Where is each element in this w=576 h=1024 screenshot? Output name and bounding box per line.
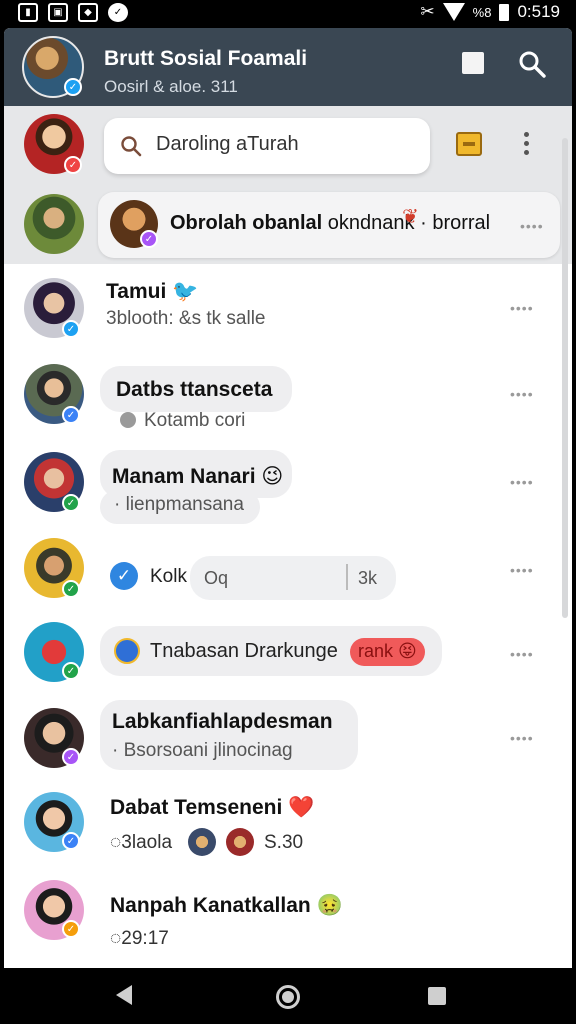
folder-icon[interactable] (456, 132, 482, 156)
chat-bubble-icon: ◌ (110, 832, 122, 853)
more-options-icon[interactable]: •••• (510, 300, 534, 316)
status-badge: ✓ (62, 748, 80, 766)
more-options-icon[interactable]: •••• (510, 474, 534, 490)
back-icon[interactable] (116, 985, 132, 1005)
chat-name: Nanpah Kanatkallan 🤢 (110, 894, 343, 917)
page-title: Brutt Sosial Foamali (104, 47, 308, 70)
attachment-icon (120, 412, 136, 428)
wifi-icon (442, 3, 465, 21)
battery-icon (499, 3, 510, 21)
compose-button[interactable] (462, 52, 484, 74)
chat-preview: 3blooth: &s tk salle (106, 308, 266, 329)
chat-preview: · lienpmansana (114, 494, 244, 515)
photo-icon: ▣ (48, 3, 68, 22)
bird-icon: 🐦 (172, 280, 199, 303)
more-options-icon[interactable]: •••• (510, 562, 534, 578)
status-badge: ✓ (62, 832, 80, 850)
recents-icon[interactable] (428, 987, 446, 1005)
chat-app: ✓ Brutt Sosial Foamali Oosirl & aloe. 31… (4, 28, 572, 968)
sticker-icon (114, 638, 140, 664)
heart-icon: ❤️ (288, 796, 315, 819)
chat-preview: · Bsorsoani jlinocinag (112, 740, 293, 761)
status-badge: ✓ (64, 156, 82, 174)
chat-name: Tamui 🐦 (106, 280, 199, 303)
chat-name: Dabat Temseneni ❤️ (110, 796, 315, 819)
wink-icon: 😉 (261, 465, 284, 488)
chat-name: Manam Nanari 😉 (112, 465, 284, 488)
avatar (226, 828, 254, 856)
status-bar: ▮ ▣ ◆ ✓ ✂ %8 0:519 (0, 0, 576, 26)
menu-icon[interactable] (522, 132, 532, 158)
status-badge: ✓ (62, 406, 80, 424)
pinned-chat[interactable]: ✓ Obrolah obanlal okndnank · brorral (98, 192, 560, 258)
scrollbar[interactable] (562, 138, 568, 618)
divider (346, 564, 348, 590)
chat-preview: Kotamb cori (120, 410, 245, 432)
avatar (188, 828, 216, 856)
game-icon: ◆ (78, 3, 98, 22)
more-options-icon[interactable]: •••• (520, 218, 544, 234)
chat-name: Datbs ttansceta (116, 378, 273, 401)
pinned-chat-text: Obrolah obanlal okndnank · brorral (170, 212, 490, 235)
search-icon[interactable] (518, 50, 546, 78)
clock: 0:519 (517, 2, 560, 21)
chat-name: Tnabasan Drarkunge (150, 640, 338, 662)
price-label: S.30 (264, 832, 304, 853)
check-circle-icon: ✓ (110, 562, 138, 590)
magnifier-icon (121, 136, 142, 157)
reply-field-prefix: Oq (204, 568, 229, 588)
status-badge: ✓ (140, 230, 158, 248)
chat-name: Labkanfiahlapdesman (112, 710, 333, 733)
mute-icon: ✂ (420, 2, 435, 21)
sick-face-icon: 🤢 (316, 894, 343, 917)
reply-field-count: 3k (358, 568, 378, 588)
reaction-icon: ❦ (402, 206, 419, 228)
chat-name: Kolk (150, 566, 187, 587)
system-nav-bar (0, 968, 576, 1024)
verified-icon: ✓ (64, 78, 82, 96)
search-input[interactable] (156, 133, 416, 156)
sim-icon: ▮ (18, 3, 38, 22)
avatar[interactable] (24, 194, 84, 254)
chat-preview: ◌29:17 (110, 928, 169, 949)
check-icon: ✓ (108, 3, 128, 22)
chat-preview: ◌3laola (110, 832, 173, 853)
pinned-chat-name: Obrolah obanlal (170, 212, 323, 234)
app-header: ✓ Brutt Sosial Foamali Oosirl & aloe. 31… (4, 28, 572, 106)
home-icon[interactable] (276, 985, 300, 1009)
status-badge: ✓ (62, 662, 80, 680)
page-subtitle: Oosirl & aloe. 311 (104, 77, 238, 96)
reply-field[interactable]: Oq 3k (190, 556, 396, 600)
more-options-icon[interactable]: •••• (510, 646, 534, 662)
more-options-icon[interactable]: •••• (510, 730, 534, 746)
status-badge: ✓ (62, 494, 80, 512)
more-options-icon[interactable]: •••• (510, 386, 534, 402)
status-badge: rank 😝 (350, 638, 425, 666)
status-badge: ✓ (62, 920, 80, 938)
battery-label: %8 (472, 4, 492, 20)
status-badge: ✓ (62, 580, 80, 598)
search-box[interactable] (104, 118, 430, 174)
status-badge: ✓ (62, 320, 80, 338)
chat-bubble-icon: ◌ (110, 928, 122, 949)
